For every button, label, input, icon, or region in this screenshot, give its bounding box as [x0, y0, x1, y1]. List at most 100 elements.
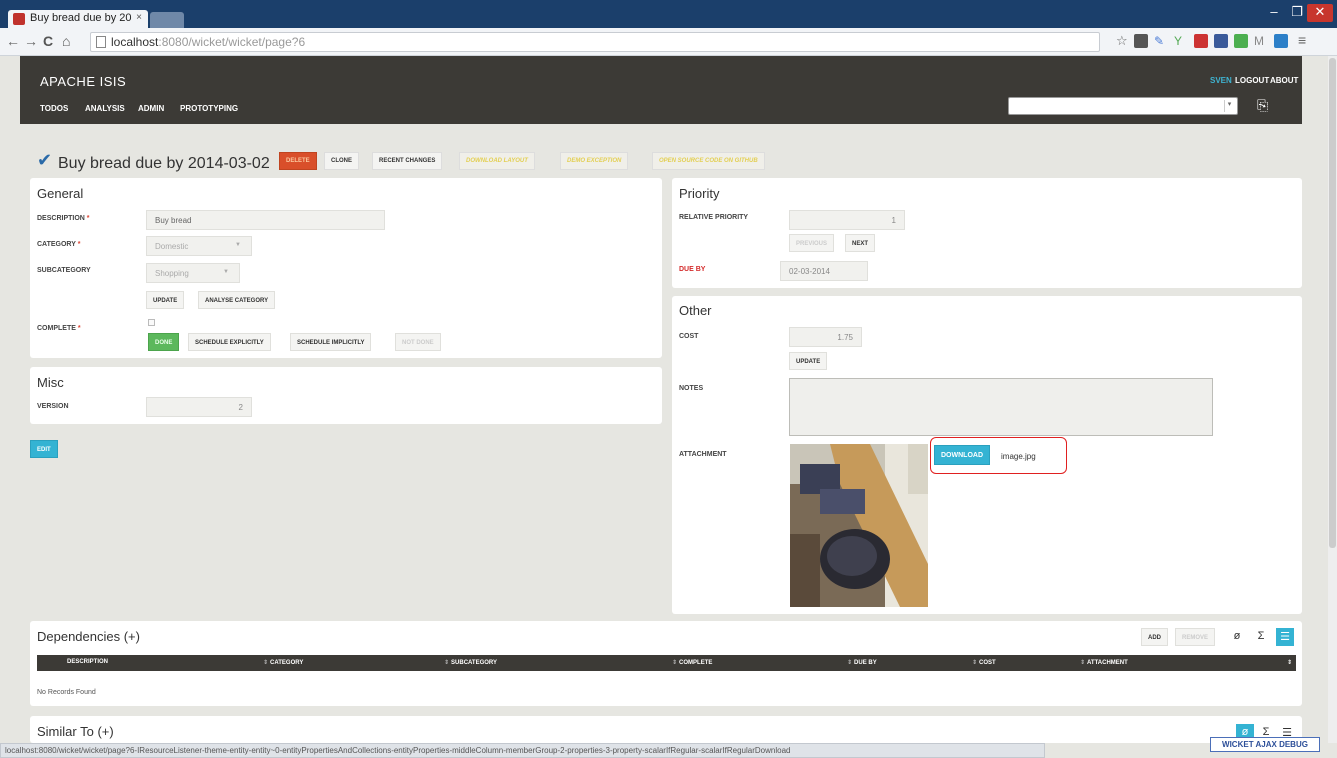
- column-cost-text: COST: [979, 660, 996, 666]
- menu-prototyping[interactable]: PROTOTYPING: [180, 104, 238, 113]
- table-view-icon[interactable]: ☰: [1276, 628, 1294, 646]
- due-by-label: DUE BY: [679, 266, 706, 273]
- update-category-button[interactable]: UPDATE: [146, 291, 185, 309]
- page-scrollbar[interactable]: [1328, 56, 1337, 743]
- new-tab-button[interactable]: [150, 12, 184, 28]
- done-button[interactable]: DONE: [148, 333, 180, 351]
- dropdown-arrow-icon: ▾: [1224, 100, 1234, 112]
- remove-button[interactable]: REMOVE: [1175, 628, 1216, 646]
- tab-title: Buy bread due by 20: [30, 12, 132, 24]
- version-label: VERSION: [37, 403, 69, 410]
- tab-close-icon[interactable]: ×: [136, 12, 142, 23]
- schedule-explicitly-button[interactable]: SCHEDULE EXPLICITLY: [188, 333, 271, 351]
- column-complete[interactable]: ⇕ COMPLETE: [672, 659, 712, 666]
- search-select[interactable]: ▾: [1008, 97, 1238, 115]
- mail-icon[interactable]: M: [1254, 34, 1268, 48]
- logout-link[interactable]: LOGOUT: [1235, 76, 1269, 85]
- required-mark: *: [77, 325, 81, 332]
- description-field[interactable]: Buy bread: [146, 210, 385, 230]
- close-window-icon[interactable]: ✕: [1307, 4, 1333, 22]
- menu-todos[interactable]: TODOS: [40, 104, 68, 113]
- reload-icon[interactable]: C: [43, 33, 53, 49]
- status-bar-url: localhost:8080/wicket/wicket/page?6-IRes…: [0, 743, 1045, 758]
- user-link[interactable]: SVEN: [1210, 76, 1232, 85]
- schedule-implicitly-button[interactable]: SCHEDULE IMPLICITLY: [290, 333, 372, 351]
- home-icon[interactable]: ⌂: [62, 33, 70, 49]
- open-source-code-button[interactable]: OPEN SOURCE CODE ON GITHUB: [652, 152, 765, 170]
- hide-table-icon[interactable]: ø: [1228, 628, 1246, 646]
- previous-button[interactable]: PREVIOUS: [789, 234, 835, 252]
- brand-name[interactable]: APACHE ISIS: [40, 74, 126, 89]
- attachment-filename: image.jpg: [1001, 452, 1036, 461]
- column-due-by-text: DUE BY: [854, 660, 877, 666]
- menu-icon[interactable]: ≡: [1298, 32, 1306, 48]
- similar-to-panel: [30, 716, 1302, 743]
- chevron-down-icon: ▼: [223, 269, 229, 275]
- extension-icon-3[interactable]: Y: [1174, 34, 1188, 48]
- notes-label: NOTES: [679, 385, 704, 392]
- category-label-text: CATEGORY: [37, 241, 76, 248]
- url-host: localhost: [111, 35, 159, 49]
- priority-title: Priority: [679, 186, 720, 201]
- column-attachment[interactable]: ⇕ ATTACHMENT: [1080, 659, 1128, 666]
- extension-icon-1[interactable]: [1134, 34, 1148, 48]
- due-by-field[interactable]: 02-03-2014: [780, 261, 868, 281]
- url-bar[interactable]: localhost:8080/wicket/wicket/page?6: [90, 32, 1100, 52]
- menu-analysis[interactable]: ANALYSIS: [85, 104, 125, 113]
- attachment-image: [790, 444, 928, 607]
- dependencies-title: Dependencies (+): [37, 629, 140, 644]
- menu-admin[interactable]: ADMIN: [138, 104, 164, 113]
- not-done-button[interactable]: NOT DONE: [395, 333, 441, 351]
- drive-icon[interactable]: [1234, 34, 1248, 48]
- next-button[interactable]: NEXT: [845, 234, 876, 252]
- bookmarks-icon[interactable]: ⎘: [1257, 97, 1273, 115]
- other-title: Other: [679, 303, 712, 318]
- pen-extension-icon[interactable]: ✎: [1154, 34, 1168, 48]
- complete-checkbox[interactable]: [148, 319, 155, 326]
- dependencies-table-header: DESCRIPTION ⇕ CATEGORY ⇕ SUBCATEGORY ⇕ COMP…: [37, 655, 1296, 671]
- sort-icon: ⇕: [1080, 660, 1086, 666]
- edit-button[interactable]: EDIT: [30, 440, 58, 458]
- star-icon[interactable]: ☆: [1116, 33, 1128, 49]
- notes-textarea[interactable]: [789, 378, 1213, 436]
- delete-button[interactable]: DELETE: [279, 152, 317, 170]
- category-label: CATEGORY *: [37, 241, 80, 248]
- about-link[interactable]: ABOUT: [1270, 76, 1298, 85]
- subcategory-select[interactable]: Shopping ▼: [146, 263, 240, 283]
- complete-label: COMPLETE *: [37, 325, 81, 332]
- download-layout-button[interactable]: DOWNLOAD LAYOUT: [459, 152, 535, 170]
- download-button[interactable]: DOWNLOAD: [934, 445, 990, 465]
- clone-button[interactable]: CLONE: [324, 152, 359, 170]
- column-cost[interactable]: ⇕ COST: [972, 659, 996, 666]
- column-subcategory[interactable]: ⇕ SUBCATEGORY: [444, 659, 497, 666]
- forward-icon[interactable]: →: [24, 33, 38, 49]
- subcategory-value: Shopping: [155, 269, 189, 278]
- cost-label: COST: [679, 333, 699, 340]
- similar-to-title: Similar To (+): [37, 724, 114, 739]
- column-description[interactable]: DESCRIPTION: [67, 659, 108, 665]
- column-due-by[interactable]: ⇕ DUE BY: [847, 659, 877, 666]
- category-select[interactable]: Domestic ▼: [146, 236, 252, 256]
- update-cost-button[interactable]: UPDATE: [789, 352, 828, 370]
- wicket-ajax-debug-link[interactable]: WICKET AJAX DEBUG: [1210, 737, 1320, 752]
- analyse-category-button[interactable]: ANALYSE CATEGORY: [198, 291, 276, 309]
- priority-panel: [672, 178, 1302, 288]
- misc-title: Misc: [37, 375, 64, 390]
- scrollbar-thumb[interactable]: [1329, 58, 1336, 548]
- add-button[interactable]: ADD: [1141, 628, 1168, 646]
- browser-tab[interactable]: Buy bread due by 20 ×: [8, 10, 148, 28]
- back-icon[interactable]: ←: [6, 33, 20, 49]
- demo-exception-button[interactable]: DEMO EXCEPTION: [560, 152, 629, 170]
- description-label-text: DESCRIPTION: [37, 215, 85, 222]
- summary-icon[interactable]: Σ: [1252, 628, 1270, 646]
- general-title: General: [37, 186, 84, 201]
- sort-icon[interactable]: ⇕: [1287, 659, 1292, 666]
- recent-changes-button[interactable]: RECENT CHANGES: [372, 152, 443, 170]
- column-category[interactable]: ⇕ CATEGORY: [263, 659, 303, 666]
- version-field: 2: [146, 397, 252, 417]
- extension-icon-4[interactable]: [1194, 34, 1208, 48]
- extension-icon-5[interactable]: [1214, 34, 1228, 48]
- misc-panel: [30, 367, 662, 424]
- sort-icon: ⇕: [444, 660, 450, 666]
- extension-icon-8[interactable]: [1274, 34, 1288, 48]
